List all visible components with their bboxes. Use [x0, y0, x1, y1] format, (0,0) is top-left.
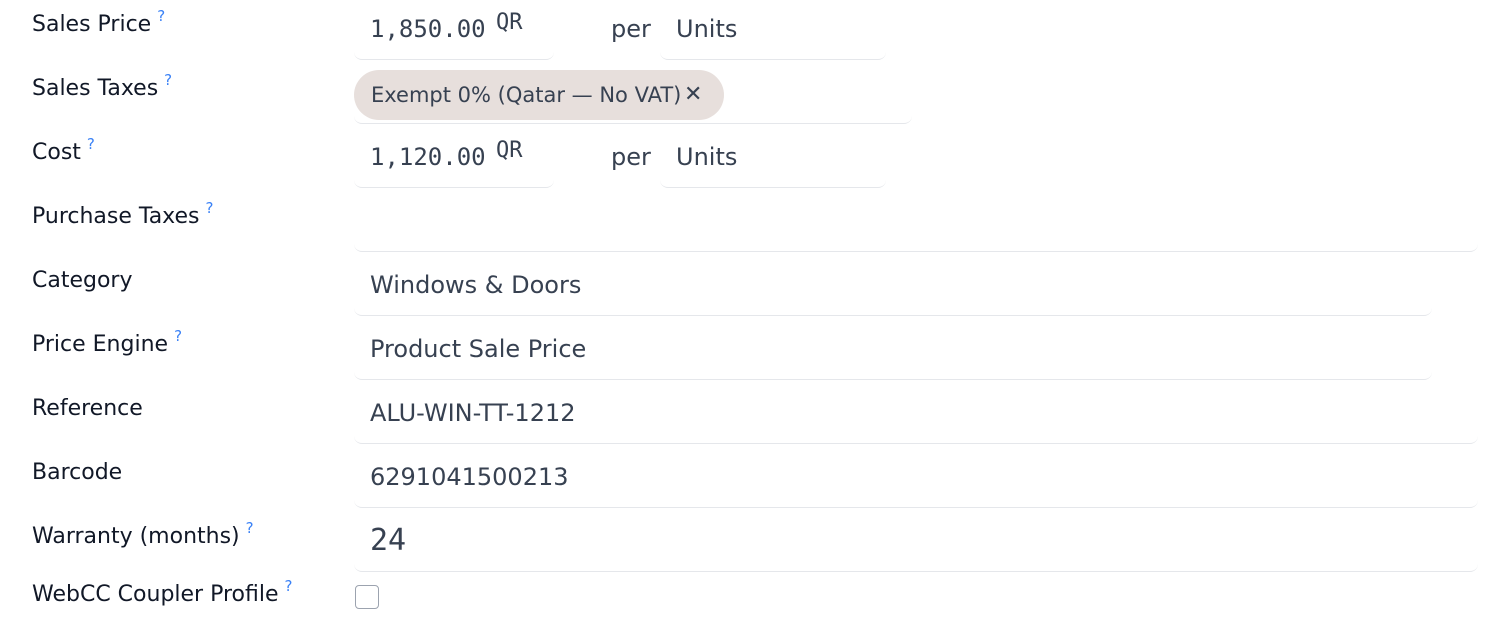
cost-label: Cost? [32, 135, 95, 168]
reference-input[interactable]: ALU-WIN-TT-1212 [354, 398, 1478, 444]
price-engine-select[interactable]: Product Sale Price [354, 334, 1432, 380]
help-icon[interactable]: ? [157, 7, 165, 25]
help-icon[interactable]: ? [174, 327, 182, 345]
price-engine-value: Product Sale Price [370, 335, 587, 363]
reference-label: Reference [32, 395, 143, 423]
help-icon[interactable]: ? [246, 519, 254, 537]
category-label: Category [32, 267, 133, 295]
sales-price-label-text: Sales Price [32, 12, 152, 37]
sales-price-per: per [611, 15, 651, 43]
warranty-input[interactable]: 24 [354, 524, 1478, 572]
cost-uom-select[interactable]: Units [660, 142, 886, 188]
tax-tag: Exempt 0% (Qatar — No VAT) ✕ [354, 70, 724, 120]
purchase-taxes-label-text: Purchase Taxes [32, 204, 200, 229]
sales-price-currency: QR [496, 10, 523, 35]
help-icon[interactable]: ? [87, 135, 95, 153]
cost-label-text: Cost [32, 140, 81, 165]
sales-price-input[interactable]: 1,850.00 QR [354, 10, 554, 60]
purchase-taxes-label: Purchase Taxes? [32, 199, 213, 232]
tax-tag-label: Exempt 0% (Qatar — No VAT) [371, 83, 682, 107]
reference-label-text: Reference [32, 396, 143, 421]
remove-tag-icon[interactable]: ✕ [684, 70, 702, 120]
reference-value: ALU-WIN-TT-1212 [370, 399, 576, 427]
cost-input[interactable]: 1,120.00 QR [354, 138, 554, 188]
sales-taxes-label-text: Sales Taxes [32, 76, 159, 101]
warranty-label: Warranty (months)? [32, 519, 254, 552]
cost-currency: QR [496, 138, 523, 163]
category-value: Windows & Doors [370, 271, 582, 299]
warranty-label-text: Warranty (months) [32, 524, 240, 549]
barcode-label-text: Barcode [32, 460, 123, 485]
sales-price-uom-value: Units [676, 15, 738, 43]
barcode-value: 6291041500213 [370, 463, 569, 491]
webcc-label-text: WebCC Coupler Profile [32, 582, 279, 607]
category-label-text: Category [32, 268, 133, 293]
help-icon[interactable]: ? [164, 71, 172, 89]
purchase-taxes-input[interactable] [354, 206, 1478, 252]
category-select[interactable]: Windows & Doors [354, 270, 1432, 316]
sales-price-label: Sales Price? [32, 7, 165, 40]
webcc-checkbox[interactable] [355, 585, 379, 609]
webcc-label: WebCC Coupler Profile? [32, 577, 292, 610]
help-icon[interactable]: ? [206, 199, 214, 217]
price-engine-label: Price Engine? [32, 327, 182, 360]
cost-per: per [611, 143, 651, 171]
cost-uom-value: Units [676, 143, 738, 171]
help-icon[interactable]: ? [285, 577, 293, 595]
cost-value: 1,120.00 [370, 143, 486, 171]
sales-price-uom-select[interactable]: Units [660, 14, 886, 60]
sales-price-value: 1,850.00 [370, 15, 486, 43]
sales-taxes-label: Sales Taxes? [32, 71, 172, 104]
barcode-label: Barcode [32, 459, 122, 487]
warranty-value: 24 [370, 523, 407, 558]
price-engine-label-text: Price Engine [32, 332, 169, 357]
barcode-input[interactable]: 6291041500213 [354, 462, 1478, 508]
